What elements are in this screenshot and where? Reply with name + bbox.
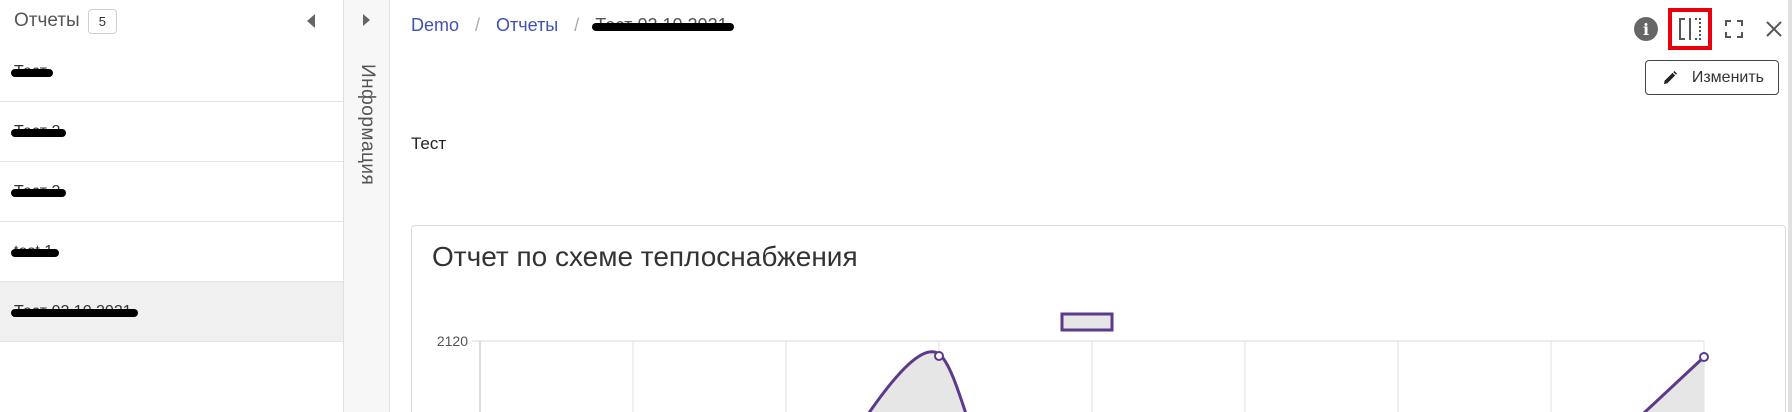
expand-panel-icon[interactable] <box>363 14 370 26</box>
breadcrumb-current: Тест 02.10.2021 <box>592 15 734 36</box>
data-point <box>1699 352 1709 362</box>
collapse-panel-icon[interactable] <box>307 14 315 28</box>
list-item[interactable]: Тест 2 <box>0 102 343 162</box>
list-item-label: Тест 02.10.2021 <box>11 303 138 321</box>
reports-list-panel: Отчеты 5 Тест Тест 2 Тест 3 test 1 Тест … <box>0 0 344 412</box>
redaction-mark <box>11 308 138 317</box>
series-area <box>1645 357 1704 412</box>
info-side-panel[interactable]: Информация <box>344 0 390 412</box>
breadcrumb-separator: / <box>475 15 481 35</box>
count-badge: 5 <box>87 8 117 34</box>
breadcrumb-separator: / <box>574 15 580 35</box>
redaction-mark <box>11 68 54 77</box>
report-description: Тест <box>411 134 447 153</box>
list-header: Отчеты 5 <box>0 0 343 42</box>
edit-button[interactable]: Изменить <box>1644 60 1779 95</box>
report-detail: Demo / Отчеты / Тест 02.10.2021 i <box>391 0 1792 412</box>
pencil-icon <box>1663 70 1677 84</box>
list-item[interactable]: Тест 3 <box>0 162 343 222</box>
close-button[interactable] <box>1756 11 1792 47</box>
edit-button-label: Изменить <box>1691 68 1764 86</box>
info-button[interactable]: i <box>1628 11 1664 47</box>
toolbar: i <box>1624 8 1792 50</box>
list-item[interactable]: Тест <box>0 42 343 102</box>
redaction-mark <box>11 248 60 257</box>
chart-title: Отчет по схеме теплоснабжения <box>432 241 858 272</box>
breadcrumb-link-reports[interactable]: Отчеты <box>496 15 558 36</box>
split-view-icon <box>1679 18 1701 40</box>
info-panel-label[interactable]: Информация <box>356 64 378 185</box>
redaction-mark <box>11 128 67 137</box>
breadcrumb-link-demo[interactable]: Demo <box>411 15 459 36</box>
list-title: Отчеты <box>14 10 80 31</box>
list-item-label: Тест 2 <box>11 123 67 141</box>
info-icon: i <box>1634 17 1658 41</box>
y-tick-label: 2120 <box>437 333 468 349</box>
redaction-mark <box>592 22 734 31</box>
list-item-label: Тест 3 <box>11 183 67 201</box>
fullscreen-button[interactable] <box>1716 11 1752 47</box>
legend-swatch <box>1060 312 1114 332</box>
list-item-label: test 1 <box>11 243 60 261</box>
close-icon <box>1766 21 1782 37</box>
scrollbar[interactable] <box>1788 0 1792 412</box>
split-view-button[interactable] <box>1668 8 1712 50</box>
breadcrumb: Demo / Отчеты / Тест 02.10.2021 <box>411 15 734 36</box>
list-item-selected[interactable]: Тест 02.10.2021 <box>0 282 343 342</box>
list-item-label: Тест <box>11 63 54 81</box>
chart-card: 2120 Отчет по схеме теплоснабжения <box>411 225 1786 412</box>
fullscreen-icon <box>1725 20 1743 38</box>
list-item[interactable]: test 1 <box>0 222 343 282</box>
redaction-mark <box>11 188 67 197</box>
data-point <box>934 351 944 361</box>
